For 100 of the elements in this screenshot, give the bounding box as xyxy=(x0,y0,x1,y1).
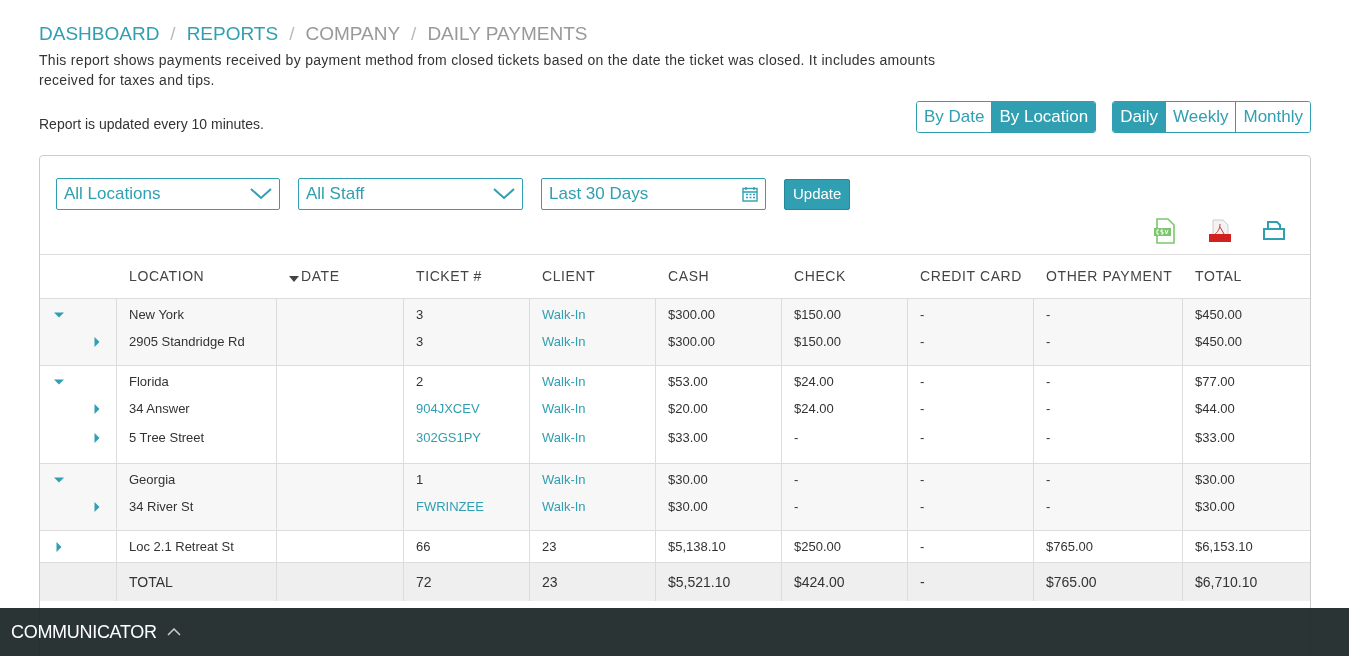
expand-caret-icon[interactable] xyxy=(54,541,64,552)
table-cell: $30.00 xyxy=(668,471,708,487)
update-button[interactable]: Update xyxy=(784,178,851,210)
expand-caret-icon[interactable] xyxy=(92,432,102,443)
table-link[interactable]: FWRINZEE xyxy=(416,498,484,514)
table-cell: - xyxy=(1046,400,1051,416)
table-link[interactable]: Walk-In xyxy=(542,498,586,514)
toggle-button[interactable]: By Location xyxy=(991,102,1096,132)
table-cell: $77.00 xyxy=(1195,373,1235,389)
table-cell: $250.00 xyxy=(794,538,841,554)
column-header: OTHER PAYMENT xyxy=(1046,267,1173,286)
table-cell: 34 Answer xyxy=(129,400,190,416)
breadcrumb-link[interactable]: DASHBOARD xyxy=(39,22,160,46)
table-cell: $44.00 xyxy=(1195,400,1235,416)
date-range-field[interactable]: Last 30 Days xyxy=(541,178,766,210)
table-cell: $30.00 xyxy=(1195,498,1235,514)
table-cell: 5 Tree Street xyxy=(129,429,205,445)
column-header: CHECK xyxy=(794,267,846,286)
table-cell: Loc 2.1 Retreat St xyxy=(129,538,234,554)
table-link[interactable]: 904JXCEV xyxy=(416,400,480,416)
table-cell: $6,710.10 xyxy=(1195,573,1258,590)
table-cell: $6,153.10 xyxy=(1195,538,1253,554)
column-header: TOTAL xyxy=(1195,267,1242,286)
printer-icon[interactable] xyxy=(1262,220,1286,242)
table-cell: $20.00 xyxy=(668,400,708,416)
table-cell: $765.00 xyxy=(1046,573,1097,590)
table-cell: - xyxy=(920,573,925,590)
column-header: LOCATION xyxy=(129,267,205,286)
table-cell: - xyxy=(920,498,925,514)
breadcrumb-item: COMPANY xyxy=(305,22,401,46)
table-cell: 66 xyxy=(416,538,431,554)
table-cell: 3 xyxy=(416,333,424,349)
chevron-down-icon xyxy=(250,188,272,200)
table-cell: Florida xyxy=(129,373,169,389)
table-cell: $450.00 xyxy=(1195,333,1242,349)
table-cell: $30.00 xyxy=(668,498,708,514)
table-cell: - xyxy=(1046,373,1051,389)
table-cell: $24.00 xyxy=(794,400,834,416)
table-cell: $53.00 xyxy=(668,373,708,389)
table-cell: 34 River St xyxy=(129,498,194,514)
toggle-button[interactable]: Daily xyxy=(1113,102,1166,132)
table-cell: Georgia xyxy=(129,471,176,487)
table-cell: 23 xyxy=(542,573,558,590)
pdf-file-icon[interactable] xyxy=(1208,219,1232,243)
expand-caret-icon[interactable] xyxy=(92,336,102,347)
table-cell: - xyxy=(1046,333,1051,349)
chevron-down-icon xyxy=(493,188,515,200)
column-header: CLIENT xyxy=(542,267,596,286)
toggle-button[interactable]: Monthly xyxy=(1235,102,1310,132)
breadcrumb-item: DAILY PAYMENTS xyxy=(427,22,588,46)
table-cell: New York xyxy=(129,306,184,322)
table-cell: - xyxy=(794,471,799,487)
column-header: CASH xyxy=(668,267,710,286)
table-cell: $33.00 xyxy=(1195,429,1235,445)
communicator-bar[interactable]: COMMUNICATOR xyxy=(0,608,1349,656)
table-link[interactable]: Walk-In xyxy=(542,400,586,416)
calendar-icon xyxy=(742,186,758,202)
breadcrumb-separator: / xyxy=(170,22,176,46)
table-cell: 2905 Standridge Rd xyxy=(129,333,245,349)
expand-caret-icon[interactable] xyxy=(92,501,102,512)
table-cell: - xyxy=(920,429,925,445)
update-note: Report is updated every 10 minutes. xyxy=(39,115,264,134)
table-cell: - xyxy=(794,498,799,514)
breadcrumb-separator: / xyxy=(411,22,417,46)
expand-caret-icon[interactable] xyxy=(92,403,102,414)
table-cell: - xyxy=(920,538,925,554)
table-cell: $5,521.10 xyxy=(668,573,731,590)
table-link[interactable]: Walk-In xyxy=(542,373,586,389)
table-link[interactable]: Walk-In xyxy=(542,306,586,322)
table-cell: - xyxy=(1046,498,1051,514)
column-header: TICKET # xyxy=(416,267,482,286)
breadcrumb-separator: / xyxy=(289,22,295,46)
breadcrumb-link[interactable]: REPORTS xyxy=(186,22,279,46)
table-cell: $24.00 xyxy=(794,373,834,389)
table-cell: - xyxy=(920,471,925,487)
table-link[interactable]: Walk-In xyxy=(542,429,586,445)
csv-file-icon[interactable] xyxy=(1153,218,1178,244)
table-cell: - xyxy=(1046,306,1051,322)
report-description: This report shows payments received by payment method from closed tickets based on the date the ticket was closed. It includes amounts received for taxes and tips. xyxy=(39,51,937,90)
table-link[interactable]: Walk-In xyxy=(542,471,586,487)
dropdown[interactable]: All Locations xyxy=(56,178,280,210)
table-cell: 2 xyxy=(416,373,424,389)
table-cell: - xyxy=(794,429,799,445)
column-header: CREDIT CARD xyxy=(920,267,1023,286)
table-cell: - xyxy=(1046,429,1051,445)
table-cell: 72 xyxy=(416,573,432,590)
column-header[interactable]: DATE xyxy=(301,266,340,287)
table-link[interactable]: 302GS1PY xyxy=(416,429,482,445)
table-cell: $450.00 xyxy=(1195,306,1242,322)
table-cell: - xyxy=(920,373,925,389)
table-link[interactable]: Walk-In xyxy=(542,333,586,349)
table-cell: $33.00 xyxy=(668,429,708,445)
dropdown[interactable]: All Staff xyxy=(298,178,523,210)
table-cell: 23 xyxy=(542,538,557,554)
table-cell: $150.00 xyxy=(794,333,841,349)
table-cell: - xyxy=(1046,471,1051,487)
table-cell: $424.00 xyxy=(794,573,845,590)
table-cell: - xyxy=(920,333,925,349)
table-cell: $150.00 xyxy=(794,306,841,322)
table-cell: 3 xyxy=(416,306,424,322)
